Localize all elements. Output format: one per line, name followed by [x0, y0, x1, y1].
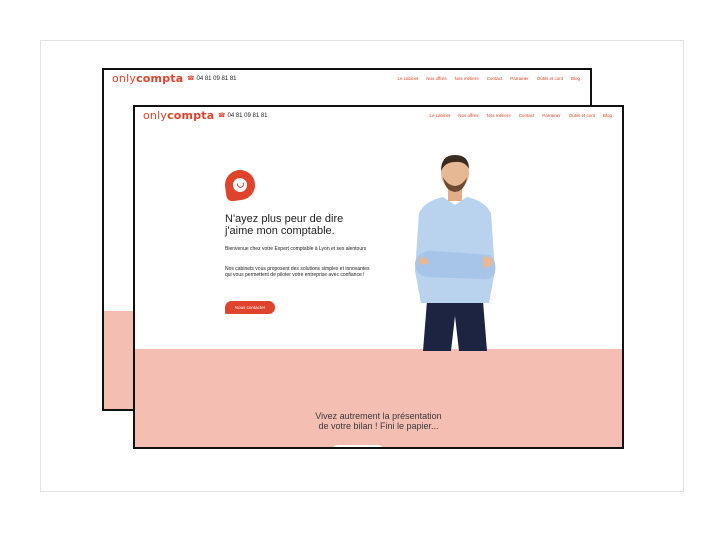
main-menu: Le cabinet Nos offres Nos métiers Contac… — [397, 76, 580, 81]
heart-badge-icon — [223, 168, 257, 202]
menu-item-parrainer[interactable]: Parrainer — [542, 113, 561, 118]
navbar: onlycompta ☎ 04 81 09 81 81 Le cabinet N… — [135, 107, 622, 125]
logo[interactable]: onlycompta — [112, 72, 183, 85]
hero-description: Nos cabinets vous proposent des solution… — [225, 266, 370, 278]
main-menu: Le cabinet Nos offres Nos métiers Contac… — [429, 113, 612, 118]
hero-headline: N'ayez plus peur de dire j'aime mon comp… — [225, 213, 385, 237]
logo-light: only — [112, 72, 137, 85]
menu-item-offres[interactable]: Nos offres — [426, 76, 446, 81]
logo[interactable]: onlycompta — [143, 109, 214, 122]
menu-item-outils[interactable]: Outils et cont — [537, 76, 563, 81]
smile-icon — [232, 177, 248, 193]
hero-intro: Bienvenue chez votre Expert comptable à … — [225, 246, 367, 252]
menu-item-metiers[interactable]: Nos métiers — [487, 113, 511, 118]
menu-item-blog[interactable]: Blog — [603, 113, 612, 118]
tagline-line-1: Vivez autrement la présentation — [315, 411, 442, 421]
shirt — [415, 197, 495, 303]
logo-bold: compta — [167, 109, 215, 122]
section-tagline: Vivez autrement la présentation de votre… — [135, 411, 622, 431]
phone-icon: ☎ — [187, 76, 195, 82]
logo-light: only — [143, 109, 168, 122]
menu-item-parrainer[interactable]: Parrainer — [510, 76, 529, 81]
phone-icon: ☎ — [218, 113, 226, 119]
website-screenshot-front: onlycompta ☎ 04 81 09 81 81 Le cabinet N… — [133, 105, 624, 449]
logo-bold: compta — [136, 72, 184, 85]
menu-item-contact[interactable]: Contact — [519, 113, 535, 118]
accountant-photo — [415, 155, 496, 351]
menu-item-cabinet[interactable]: Le cabinet — [397, 76, 418, 81]
headline-line-1: N'ayez plus peur de dire — [225, 213, 344, 225]
menu-item-metiers[interactable]: Nos métiers — [455, 76, 479, 81]
menu-item-outils[interactable]: Outils et cont — [569, 113, 595, 118]
navbar: onlycompta ☎ 04 81 09 81 81 Le cabinet N… — [104, 70, 590, 88]
headline-line-2: j'aime mon comptable. — [225, 225, 335, 237]
pink-section — [135, 349, 622, 447]
pants — [423, 301, 487, 351]
section-button[interactable] — [332, 445, 384, 447]
phone-number[interactable]: ☎ 04 81 09 81 81 — [187, 75, 237, 83]
phone-text: 04 81 09 81 81 — [196, 75, 237, 82]
menu-item-cabinet[interactable]: Le cabinet — [429, 113, 450, 118]
menu-item-blog[interactable]: Blog — [571, 76, 580, 81]
tagline-line-2: de votre bilan ! Fini le papier... — [318, 421, 439, 431]
phone-text: 04 81 09 81 81 — [227, 112, 268, 119]
contact-button[interactable]: Nous contacter — [225, 301, 275, 314]
menu-item-contact[interactable]: Contact — [487, 76, 503, 81]
phone-number[interactable]: ☎ 04 81 09 81 81 — [218, 112, 268, 120]
menu-item-offres[interactable]: Nos offres — [458, 113, 478, 118]
